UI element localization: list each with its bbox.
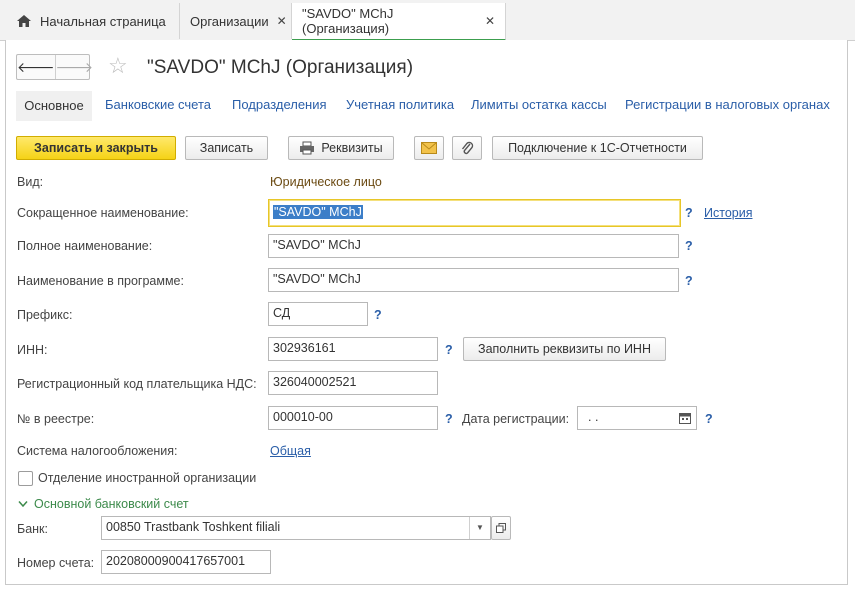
help-icon[interactable]: ? (685, 239, 693, 253)
favorite-star-icon[interactable]: ☆ (108, 55, 128, 77)
section-accounting-policy[interactable]: Учетная политика (346, 97, 454, 112)
registration-date-label: Дата регистрации: (462, 412, 570, 426)
arrow-right-icon: 🡒 (55, 58, 94, 75)
kind-label: Вид: (17, 175, 44, 189)
vat-code-label: Регистрационный код плательщика НДС: (17, 377, 257, 391)
account-number-label: Номер счета: (17, 556, 95, 570)
tab-organizations-label: Организации (190, 13, 269, 29)
connect-reporting-button[interactable]: Подключение к 1С-Отчетности (492, 136, 703, 160)
printer-icon (300, 141, 315, 155)
tab-savdo-label: "SAVDO" MChJ (Организация) (302, 6, 394, 36)
help-icon[interactable]: ? (445, 343, 453, 357)
section-main[interactable]: Основное (16, 91, 92, 121)
bank-select[interactable]: 00850 Trastbank Toshkent filiali ▼ (101, 516, 491, 540)
help-icon[interactable]: ? (685, 206, 693, 220)
full-name-label: Полное наименование: (17, 239, 153, 253)
registry-number-label: № в реестре: (17, 412, 95, 426)
program-name-input[interactable]: "SAVDO" MChJ (268, 268, 679, 292)
registration-date-value: . . (588, 410, 599, 424)
help-icon[interactable]: ? (685, 274, 693, 288)
section-subdivisions[interactable]: Подразделения (232, 97, 327, 112)
tax-system-label: Система налогообложения: (17, 444, 178, 458)
account-number-input[interactable]: 20208000900417657001 (101, 550, 271, 574)
section-bank-accounts[interactable]: Банковские счета (105, 97, 211, 112)
prefix-input[interactable]: СД (268, 302, 368, 326)
chevron-down-icon (18, 501, 28, 508)
short-name-value: "SAVDO" MChJ (273, 205, 363, 219)
envelope-icon (421, 142, 437, 154)
foreign-branch-checkbox[interactable] (18, 471, 33, 486)
requisites-button[interactable]: Реквизиты (288, 136, 394, 160)
section-cash-limits[interactable]: Лимиты остатка кассы (471, 97, 607, 112)
short-name-input[interactable]: "SAVDO" MChJ (268, 199, 681, 227)
tax-system-link[interactable]: Общая (270, 444, 311, 458)
short-name-label: Сокращенное наименование: (17, 206, 189, 220)
close-icon[interactable]: ✕ (485, 14, 495, 28)
open-bank-button[interactable] (491, 516, 511, 540)
bank-group-header[interactable]: Основной банковский счет (18, 497, 189, 511)
forward-button[interactable]: 🡒 (56, 55, 94, 79)
page-title: "SAVDO" MChJ (Организация) (147, 57, 414, 78)
tab-organizations[interactable]: Организации ✕ (180, 3, 292, 39)
bank-value: 00850 Trastbank Toshkent filiali (106, 520, 281, 534)
prefix-label: Префикс: (17, 308, 73, 322)
tab-home-label: Начальная страница (40, 13, 166, 29)
history-link[interactable]: История (704, 206, 752, 220)
help-icon[interactable]: ? (705, 412, 713, 426)
nav-buttons: 🡐 🡒 (16, 54, 93, 80)
help-icon[interactable]: ? (374, 308, 382, 322)
registration-date-input[interactable]: . . (577, 406, 697, 430)
registry-number-input[interactable]: 000010-00 (268, 406, 438, 430)
kind-value: Юридическое лицо (270, 175, 382, 189)
open-window-icon (496, 523, 506, 533)
fill-by-inn-button[interactable]: Заполнить реквизиты по ИНН (463, 337, 666, 361)
back-button[interactable]: 🡐 (17, 55, 56, 79)
tab-savdo[interactable]: "SAVDO" MChJ (Организация) ✕ (292, 3, 506, 41)
foreign-branch-label: Отделение иностранной организации (38, 471, 257, 485)
home-icon (17, 15, 31, 27)
calendar-icon[interactable] (679, 412, 691, 424)
inn-label: ИНН: (17, 343, 48, 357)
save-button[interactable]: Записать (185, 136, 268, 160)
attachment-button[interactable] (452, 136, 482, 160)
bank-label: Банк: (17, 522, 48, 536)
close-icon[interactable]: ✕ (277, 14, 287, 28)
email-button[interactable] (414, 136, 444, 160)
help-icon[interactable]: ? (445, 412, 453, 426)
section-tax-registrations[interactable]: Регистрации в налоговых органах (625, 97, 830, 112)
inn-input[interactable]: 302936161 (268, 337, 438, 361)
save-and-close-button[interactable]: Записать и закрыть (16, 136, 176, 160)
full-name-input[interactable]: "SAVDO" MChJ (268, 234, 679, 258)
requisites-label: Реквизиты (321, 141, 383, 155)
bank-group-title: Основной банковский счет (34, 497, 189, 511)
tab-home[interactable]: Начальная страница (6, 3, 180, 39)
paperclip-icon (461, 141, 474, 155)
vat-code-input[interactable]: 326040002521 (268, 371, 438, 395)
tab-bar: Начальная страница Организации ✕ "SAVDO"… (0, 0, 855, 41)
program-name-label: Наименование в программе: (17, 274, 184, 288)
arrow-left-icon: 🡐 (17, 58, 55, 75)
dropdown-arrow-icon[interactable]: ▼ (469, 517, 490, 539)
